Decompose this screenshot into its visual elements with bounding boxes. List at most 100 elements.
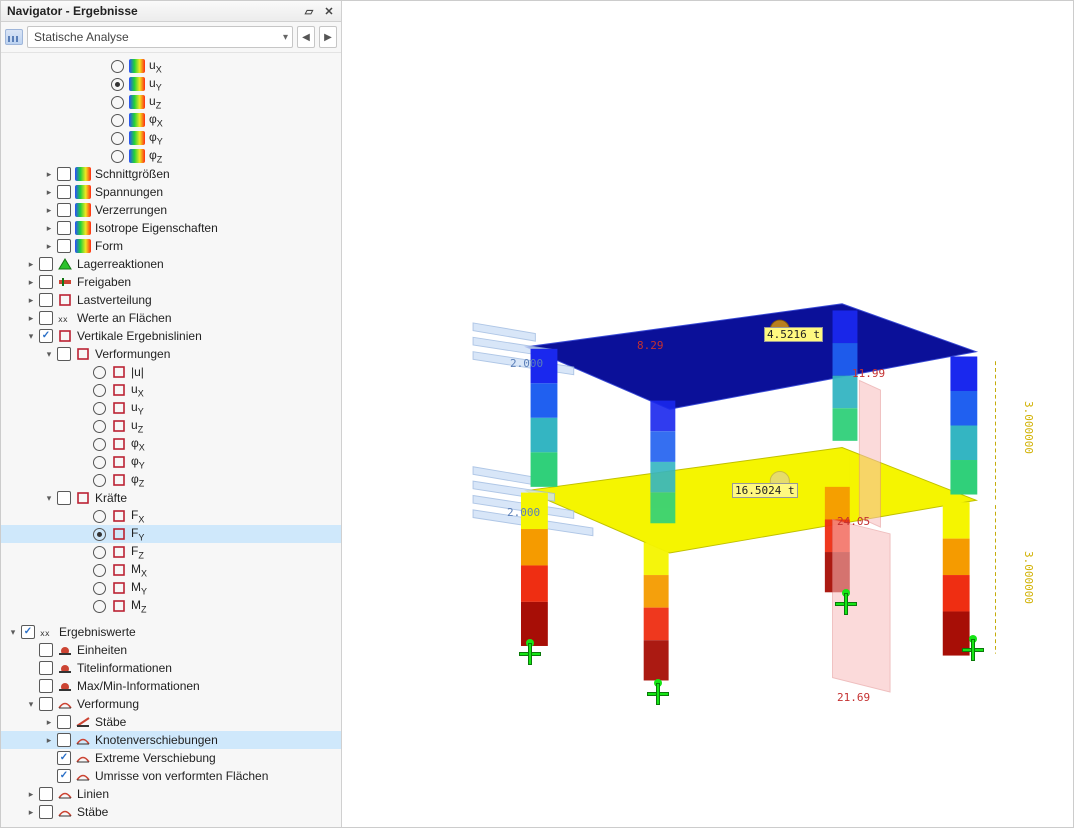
tree-item-ergw[interactable]: ▾xxErgebniswerte xyxy=(1,623,341,641)
checkbox[interactable] xyxy=(57,221,71,235)
radio[interactable] xyxy=(93,456,106,469)
radio[interactable] xyxy=(111,96,124,109)
radio[interactable] xyxy=(93,564,106,577)
tree-item-spann[interactable]: ▸Spannungen xyxy=(1,183,341,201)
checkbox[interactable] xyxy=(39,697,53,711)
radio[interactable] xyxy=(93,582,106,595)
tree-item-fz[interactable]: FZ xyxy=(1,543,341,561)
checkbox[interactable] xyxy=(57,715,71,729)
tree-item-form[interactable]: ▸Form xyxy=(1,237,341,255)
next-button[interactable]: ▶ xyxy=(319,26,337,48)
tree-item-schnitt[interactable]: ▸Schnittgrößen xyxy=(1,165,341,183)
tree-item-ein[interactable]: Einheiten xyxy=(1,641,341,659)
radio[interactable] xyxy=(93,420,106,433)
expander-icon[interactable]: ▾ xyxy=(43,348,55,360)
tree-item-verform[interactable]: ▾Verformungen xyxy=(1,345,341,363)
radio[interactable] xyxy=(111,132,124,145)
radio[interactable] xyxy=(93,384,106,397)
radio[interactable] xyxy=(93,474,106,487)
radio[interactable] xyxy=(93,546,106,559)
expander-icon[interactable]: ▸ xyxy=(25,312,37,324)
tree-item-uux[interactable]: uX xyxy=(1,381,341,399)
expander-icon[interactable]: ▸ xyxy=(25,788,37,800)
checkbox[interactable] xyxy=(39,257,53,271)
checkbox[interactable] xyxy=(57,185,71,199)
expander-icon[interactable]: ▸ xyxy=(25,806,37,818)
checkbox[interactable] xyxy=(39,679,53,693)
radio[interactable] xyxy=(111,60,124,73)
tree-item-kraefte[interactable]: ▾Kräfte xyxy=(1,489,341,507)
tree-item-my[interactable]: MY xyxy=(1,579,341,597)
tree-item-verzerr[interactable]: ▸Verzerrungen xyxy=(1,201,341,219)
tree-item-ergverf[interactable]: ▾Verformung xyxy=(1,695,341,713)
tree-item-knoten[interactable]: ▸Knotenverschiebungen xyxy=(1,731,341,749)
radio[interactable] xyxy=(93,510,106,523)
checkbox[interactable] xyxy=(39,311,53,325)
tree-item-last[interactable]: ▸Lastverteilung xyxy=(1,291,341,309)
tree-item-linien[interactable]: ▸Linien xyxy=(1,785,341,803)
radio[interactable] xyxy=(111,78,124,91)
tree-item-phiz[interactable]: φZ xyxy=(1,147,341,165)
tree-item-uuy[interactable]: uY xyxy=(1,399,341,417)
checkbox[interactable] xyxy=(39,643,53,657)
expander-icon[interactable]: ▸ xyxy=(43,168,55,180)
tree-item-maxmin[interactable]: Max/Min-Informationen xyxy=(1,677,341,695)
tree-item-pphiy[interactable]: φY xyxy=(1,453,341,471)
tree-item-staebe1[interactable]: ▸Stäbe xyxy=(1,713,341,731)
expander-icon[interactable]: ▾ xyxy=(25,698,37,710)
expander-icon[interactable]: ▸ xyxy=(43,222,55,234)
checkbox[interactable] xyxy=(57,203,71,217)
radio[interactable] xyxy=(93,438,106,451)
expander-icon[interactable]: ▾ xyxy=(7,626,19,638)
expander-icon[interactable]: ▾ xyxy=(43,492,55,504)
tree-item-titel[interactable]: Titelinformationen xyxy=(1,659,341,677)
checkbox[interactable] xyxy=(39,661,53,675)
expander-icon[interactable]: ▸ xyxy=(25,294,37,306)
tree-item-uz[interactable]: uZ xyxy=(1,93,341,111)
expander-icon[interactable]: ▾ xyxy=(25,330,37,342)
tree-item-fx[interactable]: FX xyxy=(1,507,341,525)
tree-item-staebe2[interactable]: ▸Stäbe xyxy=(1,803,341,821)
model-viewport[interactable]: 8.29 4.5216 t 2.000 11.99 16.5024 t 2.00… xyxy=(342,1,1073,827)
tree-item-werte[interactable]: ▸xxWerte an Flächen xyxy=(1,309,341,327)
expander-icon[interactable]: ▸ xyxy=(25,258,37,270)
analysis-type-dropdown[interactable]: Statische Analyse xyxy=(27,26,293,48)
checkbox[interactable] xyxy=(57,769,71,783)
expander-icon[interactable]: ▸ xyxy=(43,240,55,252)
tree-item-iso[interactable]: ▸Isotrope Eigenschaften xyxy=(1,219,341,237)
tree-item-extrv[interactable]: Extreme Verschiebung xyxy=(1,749,341,767)
checkbox[interactable] xyxy=(57,167,71,181)
radio[interactable] xyxy=(111,114,124,127)
tree-item-pphiz[interactable]: φZ xyxy=(1,471,341,489)
checkbox[interactable] xyxy=(57,347,71,361)
checkbox[interactable] xyxy=(39,329,53,343)
checkbox[interactable] xyxy=(57,751,71,765)
expander-icon[interactable]: ▸ xyxy=(43,186,55,198)
tree-item-lager[interactable]: ▸Lagerreaktionen xyxy=(1,255,341,273)
tree-item-uuz[interactable]: uZ xyxy=(1,417,341,435)
checkbox[interactable] xyxy=(39,275,53,289)
results-tree[interactable]: uXuYuZφXφYφZ▸Schnittgrößen▸Spannungen▸Ve… xyxy=(1,53,341,827)
tree-item-phix[interactable]: φX xyxy=(1,111,341,129)
radio[interactable] xyxy=(93,528,106,541)
tree-item-pphix[interactable]: φX xyxy=(1,435,341,453)
radio[interactable] xyxy=(111,150,124,163)
radio[interactable] xyxy=(93,402,106,415)
checkbox[interactable] xyxy=(39,805,53,819)
tree-item-mz[interactable]: MZ xyxy=(1,597,341,615)
expander-icon[interactable]: ▸ xyxy=(43,204,55,216)
tree-item-uu[interactable]: |u| xyxy=(1,363,341,381)
expander-icon[interactable]: ▸ xyxy=(43,734,55,746)
close-icon[interactable]: ✕ xyxy=(323,5,335,17)
tree-item-frei[interactable]: ▸Freigaben xyxy=(1,273,341,291)
tree-item-phiy[interactable]: φY xyxy=(1,129,341,147)
tree-item-vert[interactable]: ▾Vertikale Ergebnislinien xyxy=(1,327,341,345)
tree-item-mx[interactable]: MX xyxy=(1,561,341,579)
radio[interactable] xyxy=(93,600,106,613)
checkbox[interactable] xyxy=(21,625,35,639)
tree-item-fy[interactable]: FY xyxy=(1,525,341,543)
checkbox[interactable] xyxy=(39,293,53,307)
expander-icon[interactable]: ▸ xyxy=(43,716,55,728)
checkbox[interactable] xyxy=(57,239,71,253)
tree-item-umriss[interactable]: Umrisse von verformten Flächen xyxy=(1,767,341,785)
